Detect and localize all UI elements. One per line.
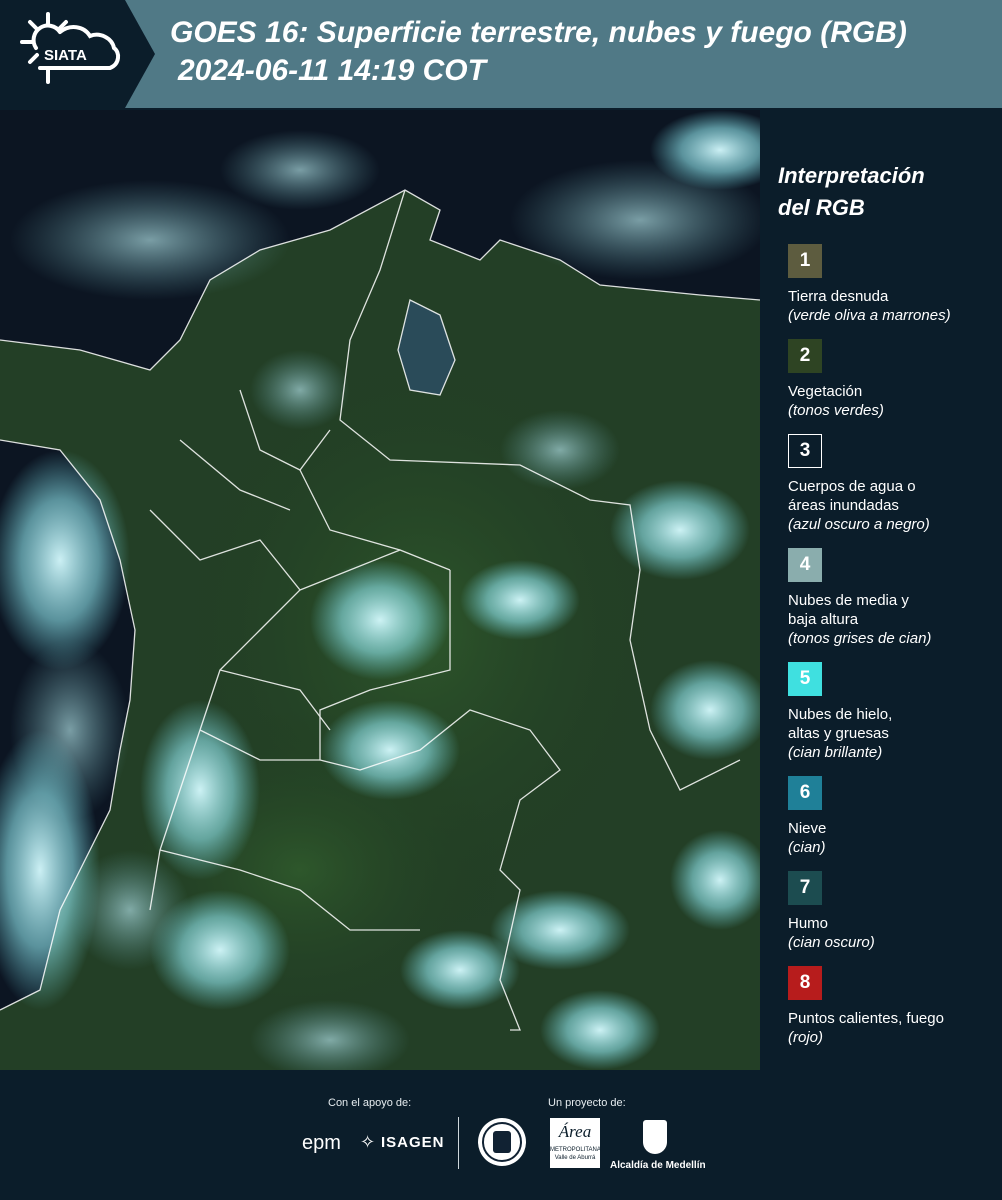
legend-item-1: 1 Tierra desnuda (verde oliva a marrones) — [778, 244, 993, 325]
legend-swatch-1: 1 — [788, 244, 822, 278]
legend-item-2: 2 Vegetación (tonos verdes) — [778, 339, 993, 420]
legend-label: Cuerpos de agua o — [788, 478, 916, 495]
siata-logo: SIATA — [0, 0, 155, 108]
legend-sublabel: (rojo) — [788, 1029, 824, 1046]
legend-label: Nubes de media y — [788, 592, 909, 609]
legend-title-line-1: Interpretación — [778, 163, 925, 188]
legend-sublabel: (cian) — [788, 839, 826, 856]
isagen-logo: ISAGEN — [381, 1134, 445, 1151]
legend-label: Nubes de hielo, — [788, 706, 893, 723]
legend-label: Humo — [788, 915, 829, 932]
legend-label: Tierra desnuda — [788, 288, 889, 305]
satellite-image — [0, 110, 760, 1070]
legend-swatch-6: 6 — [788, 776, 822, 810]
legend-item-8: 8 Puntos calientes, fuego (rojo) — [778, 966, 993, 1047]
isagen-icon: ✧ — [360, 1132, 376, 1152]
legend-sublabel: (cian oscuro) — [788, 934, 875, 951]
header-bar: SIATA GOES 16: Superficie terrestre, nub… — [0, 0, 1002, 108]
legend-label: Nieve — [788, 820, 827, 837]
legend-title: Interpretación del RGB — [778, 160, 993, 224]
legend-sublabel: (tonos grises de cian) — [788, 630, 932, 647]
area-metropolitana-line1: METROPOLITANA — [550, 1147, 601, 1153]
support-label: Con el apoyo de: — [328, 1097, 412, 1109]
footer: Con el apoyo de: Un proyecto de: epm ✧ I… — [0, 1070, 1002, 1200]
legend-item-7: 7 Humo (cian oscuro) — [778, 871, 993, 952]
legend-item-3: 3 Cuerpos de agua o áreas inundadas (azul o… — [778, 434, 993, 534]
legend-items: 1 Tierra desnuda (verde oliva a marrones) 2… — [778, 244, 993, 1047]
area-metropolitana-logo: Área METROPOLITANA Valle de Aburrá — [550, 1118, 601, 1168]
legend-label: Puntos calientes, fuego — [788, 1010, 944, 1027]
legend-swatch-2: 2 — [788, 339, 822, 373]
title-line-2: 2024-06-11 14:19 COT — [178, 54, 486, 87]
legend-sublabel: (verde oliva a marrones) — [788, 307, 951, 324]
legend-title-line-2: del RGB — [778, 195, 865, 220]
legend-item-5: 5 Nubes de hielo, altas y gruesas (cian bri… — [778, 662, 993, 762]
legend-item-6: 6 Nieve (cian) — [778, 776, 993, 857]
area-metropolitana-script: Área — [558, 1122, 592, 1141]
university-seal — [478, 1118, 526, 1166]
legend-label: Vegetación — [788, 383, 863, 400]
legend-sublabel: (azul oscuro a negro) — [788, 516, 930, 533]
legend-item-4: 4 Nubes de media y baja altura (tonos grise… — [778, 548, 993, 648]
legend-swatch-8: 8 — [788, 966, 822, 1000]
logo-text: SIATA — [44, 47, 87, 64]
title-line-1: GOES 16: Superficie terrestre, nubes y f… — [170, 16, 907, 49]
legend-swatch-4: 4 — [788, 548, 822, 582]
project-label: Un proyecto de: — [548, 1097, 626, 1109]
legend-sublabel: (tonos verdes) — [788, 402, 884, 419]
legend-swatch-3: 3 — [788, 434, 822, 468]
alcaldia-label: Alcaldía de Medellín — [610, 1160, 706, 1171]
satellite-map — [0, 110, 760, 1070]
rgb-legend: Interpretación del RGB 1 Tierra desnuda (v… — [778, 160, 993, 1061]
page-title: GOES 16: Superficie terrestre, nubes y f… — [170, 14, 907, 90]
legend-label: baja altura — [788, 611, 859, 628]
footer-divider — [458, 1117, 459, 1169]
epm-logo: epm — [302, 1132, 341, 1154]
legend-label: áreas inundadas — [788, 497, 899, 514]
legend-sublabel: (cian brillante) — [788, 744, 883, 761]
alcaldia-crest — [643, 1120, 667, 1154]
area-metropolitana-line2: Valle de Aburrá — [554, 1155, 596, 1161]
legend-swatch-7: 7 — [788, 871, 822, 905]
legend-swatch-5: 5 — [788, 662, 822, 696]
legend-label: altas y gruesas — [788, 725, 889, 742]
